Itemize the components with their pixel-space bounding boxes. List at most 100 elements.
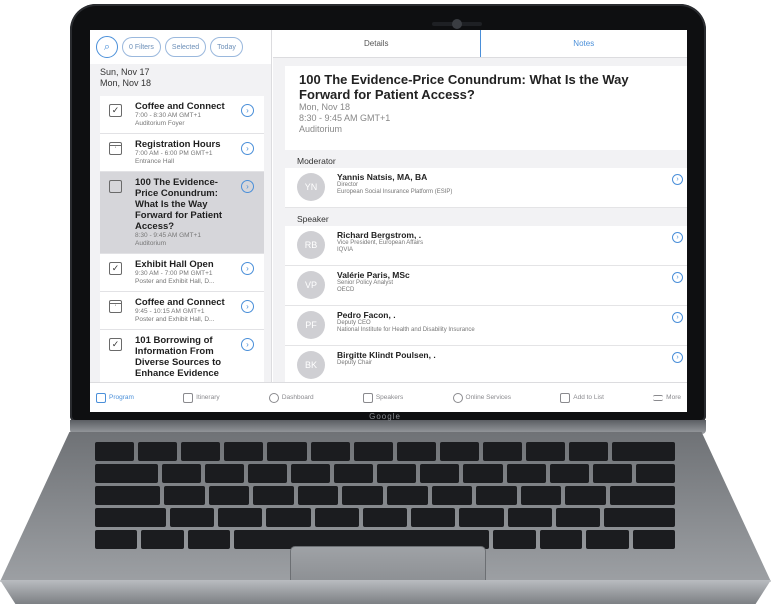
session-detail-panel: Details Notes 100 The Evidence-Price Con… <box>273 30 687 382</box>
chevron-right-icon[interactable]: › <box>241 338 254 351</box>
session-item[interactable]: · Coffee and Connect 9:45 - 10:15 AM GMT… <box>100 292 264 330</box>
session-time: 7:00 - 8:30 AM GMT+1 <box>135 112 201 119</box>
camera-icon <box>452 19 462 29</box>
chevron-right-icon[interactable]: › <box>672 312 683 323</box>
person-name: Valérie Paris, MSc <box>337 270 410 280</box>
page-title: 100 The Evidence-Price Conundrum: What I… <box>299 72 629 102</box>
calendar-icon[interactable]: · <box>109 300 122 313</box>
nav-label: Online Services <box>465 394 512 401</box>
app-screen: ⌕ 0 Filters Selected Today Sun, Nov 17 M… <box>90 30 687 412</box>
nav-label: Dashboard <box>281 394 314 401</box>
checkbox-icon[interactable]: ✓ <box>109 338 122 351</box>
menu-icon <box>653 394 664 401</box>
person-name: Yannis Natsis, MA, BA <box>337 172 428 182</box>
nav-program[interactable]: Program <box>96 392 134 403</box>
keyboard <box>94 442 676 549</box>
nav-label: Speakers <box>375 394 404 401</box>
nav-label: More <box>666 394 681 401</box>
chevron-right-icon[interactable]: › <box>241 262 254 275</box>
calendar-icon[interactable]: · <box>109 142 122 155</box>
checkbox-icon[interactable]: ✓ <box>109 262 122 275</box>
filter-bar: ⌕ 0 Filters Selected Today <box>90 30 271 64</box>
filters-chip[interactable]: 0 Filters <box>122 37 161 57</box>
session-header-card: 100 The Evidence-Price Conundrum: What I… <box>285 66 687 150</box>
person-name: Richard Bergstrom, . <box>337 230 422 240</box>
session-location: Auditorium Foyer <box>135 120 185 127</box>
person-role: Vice President, European Affairs <box>337 240 424 246</box>
detail-tabs: Details Notes <box>273 30 687 58</box>
nav-label: Itinerary <box>196 394 220 401</box>
speaker-row[interactable]: VP Valérie Paris, MSc Senior Policy Anal… <box>285 266 687 306</box>
session-location: Poster and Exhibit Hall, D... <box>135 316 215 323</box>
dashboard-icon <box>268 392 279 403</box>
avatar: PF <box>297 311 325 339</box>
today-chip[interactable]: Today <box>210 37 243 57</box>
nav-more[interactable]: More <box>653 394 681 401</box>
speaker-row[interactable]: BK Birgitte Klindt Poulsen, . Deputy Cha… <box>285 346 687 382</box>
nav-label: Add to List <box>573 394 604 401</box>
avatar: BK <box>297 351 325 379</box>
avatar: RB <box>297 231 325 259</box>
checkbox-icon[interactable] <box>109 180 122 193</box>
session-list: ✓ Coffee and Connect 7:00 - 8:30 AM GMT+… <box>100 96 264 382</box>
chevron-right-icon[interactable]: › <box>241 180 254 193</box>
tab-details[interactable]: Details <box>273 30 480 57</box>
day-header-mon: Mon, Nov 18 <box>100 78 152 88</box>
speaker-heading: Speaker <box>297 214 329 224</box>
person-role: Deputy Chair <box>337 360 373 366</box>
person-role: Deputy CEO <box>337 320 371 326</box>
chevron-right-icon[interactable]: › <box>241 104 254 117</box>
person-name: Pedro Facon, . <box>337 310 396 320</box>
session-title: Coffee and Connect <box>135 297 225 308</box>
session-location: Auditorium <box>135 240 167 247</box>
session-title: 100 The Evidence-Price Conundrum: What I… <box>135 177 223 232</box>
session-list-panel: ⌕ 0 Filters Selected Today Sun, Nov 17 M… <box>90 30 272 382</box>
moderator-heading: Moderator <box>297 156 336 166</box>
nav-add-to-list[interactable]: Add to List <box>560 392 604 403</box>
chevron-right-icon[interactable]: › <box>241 142 254 155</box>
session-item[interactable]: ✓ Exhibit Hall Open 9:30 AM - 7:00 PM GM… <box>100 254 264 292</box>
laptop-front-edge <box>0 580 771 604</box>
pencil-icon <box>560 392 571 403</box>
chevron-right-icon[interactable]: › <box>672 272 683 283</box>
selected-chip[interactable]: Selected <box>164 37 207 57</box>
person-name: Birgitte Klindt Poulsen, . <box>337 350 436 360</box>
session-location: Entrance Hall <box>135 158 175 165</box>
chevron-right-icon[interactable]: › <box>241 300 254 313</box>
laptop-frame: ⌕ 0 Filters Selected Today Sun, Nov 17 M… <box>0 0 771 612</box>
speaker-row[interactable]: PF Pedro Facon, . Deputy CEO National In… <box>285 306 687 346</box>
tab-notes[interactable]: Notes <box>479 30 688 57</box>
chevron-right-icon[interactable]: › <box>672 352 683 363</box>
person-org: OECD <box>337 287 355 293</box>
person-role: Director <box>337 182 359 188</box>
session-time: 8:30 - 9:45 AM GMT+1 <box>299 113 391 123</box>
day-header-sun: Sun, Nov 17 <box>100 67 150 77</box>
nav-speakers[interactable]: Speakers <box>362 392 404 403</box>
session-location: Auditorium <box>299 124 343 134</box>
person-org: IQVIA <box>337 247 354 253</box>
person-icon <box>362 392 373 403</box>
search-icon[interactable]: ⌕ <box>96 36 118 58</box>
session-time: 9:45 - 10:15 AM GMT+1 <box>135 308 205 315</box>
avatar: VP <box>297 271 325 299</box>
info-icon <box>452 392 463 403</box>
nav-itinerary[interactable]: Itinerary <box>183 392 220 403</box>
document-icon <box>183 392 194 403</box>
checkbox-icon[interactable]: ✓ <box>109 104 122 117</box>
nav-online-services[interactable]: Online Services <box>452 392 512 403</box>
session-title: Registration Hours <box>135 139 221 150</box>
bottom-nav: Program Itinerary Dashboard Speakers Onl… <box>90 382 687 412</box>
chevron-right-icon[interactable]: › <box>672 174 683 185</box>
speaker-row[interactable]: RB Richard Bergstrom, . Vice President, … <box>285 226 687 266</box>
session-item[interactable]: ✓ Coffee and Connect 7:00 - 8:30 AM GMT+… <box>100 96 264 134</box>
session-item[interactable]: · Registration Hours 7:00 AM - 6:00 PM G… <box>100 134 264 172</box>
chevron-right-icon[interactable]: › <box>672 232 683 243</box>
session-item[interactable]: ✓ 101 Borrowing of Information From Dive… <box>100 330 264 382</box>
session-time: 8:30 - 9:45 AM GMT+1 <box>135 232 201 239</box>
person-role: Senior Policy Analyst <box>337 280 394 286</box>
session-time: 9:30 AM - 7:00 PM GMT+1 <box>135 270 213 277</box>
session-item-selected[interactable]: 100 The Evidence-Price Conundrum: What I… <box>100 172 264 254</box>
person-org: European Social Insurance Platform (ESIP… <box>337 189 453 195</box>
moderator-row[interactable]: YN Yannis Natsis, MA, BA Director Europe… <box>285 168 687 208</box>
nav-dashboard[interactable]: Dashboard <box>268 392 314 403</box>
